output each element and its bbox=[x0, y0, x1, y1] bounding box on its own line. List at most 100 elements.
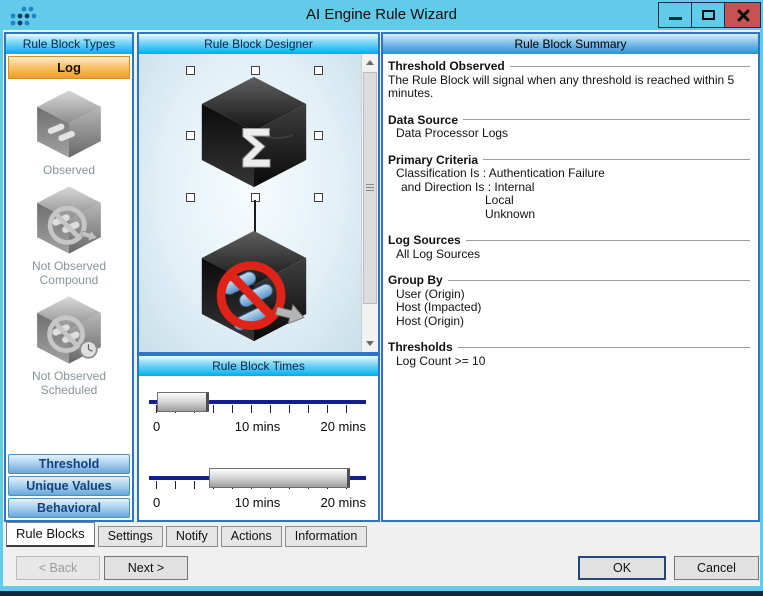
scrollbar-grip-icon bbox=[366, 184, 374, 192]
section-rule-line bbox=[463, 119, 750, 121]
svg-text:Σ: Σ bbox=[238, 120, 274, 180]
tab-actions[interactable]: Actions bbox=[221, 526, 282, 547]
slider-label-mid: 10 mins bbox=[235, 495, 281, 510]
app-logo-icon bbox=[9, 5, 39, 28]
cube-observed-icon bbox=[28, 88, 110, 160]
rule-block-summary-panel: Rule Block Summary Threshold Observed Th… bbox=[381, 32, 760, 522]
summary-section-threshold-observed: Threshold Observed The Rule Block will s… bbox=[388, 60, 750, 101]
wizard-content: Rule Block Types Log Observed bbox=[3, 30, 760, 586]
section-rule-line bbox=[466, 240, 750, 242]
rule-block-type-list: Observed bbox=[6, 81, 132, 452]
rule-block-types-panel: Rule Block Types Log Observed bbox=[4, 32, 134, 522]
tab-notify[interactable]: Notify bbox=[166, 526, 218, 547]
cube-not-observed-compound-icon bbox=[28, 184, 110, 256]
selection-handle[interactable] bbox=[314, 66, 323, 75]
section-line: User (Origin) bbox=[388, 288, 750, 302]
summary-section-primary-criteria: Primary Criteria Classification Is : Aut… bbox=[388, 154, 750, 222]
selection-handle[interactable] bbox=[186, 193, 195, 202]
section-line: Host (Origin) bbox=[388, 315, 750, 329]
threshold-category-button[interactable]: Threshold bbox=[8, 454, 130, 474]
selection-handle[interactable] bbox=[314, 193, 323, 202]
ai-engine-rule-wizard-window: AI Engine Rule Wizard Rule Block Types L… bbox=[0, 0, 763, 596]
type-item-not-observed-scheduled[interactable]: Not Observed Scheduled bbox=[28, 294, 110, 397]
summary-section-log-sources: Log Sources All Log Sources bbox=[388, 234, 750, 261]
selection-handle[interactable] bbox=[186, 131, 195, 140]
designer-scrollbar[interactable] bbox=[361, 54, 378, 352]
summary-section-thresholds: Thresholds Log Count >= 10 bbox=[388, 341, 750, 368]
section-title: Data Source bbox=[388, 114, 458, 128]
rule-block-types-header: Rule Block Types bbox=[6, 34, 132, 54]
behavioral-category-button[interactable]: Behavioral bbox=[8, 498, 130, 518]
designer-canvas[interactable]: Σ bbox=[139, 54, 361, 352]
slider-label-mid: 10 mins bbox=[235, 419, 281, 434]
minimize-button[interactable] bbox=[658, 2, 692, 28]
summary-section-group-by: Group By User (Origin) Host (Impacted) H… bbox=[388, 274, 750, 328]
window-bottom-edge bbox=[0, 591, 763, 596]
section-rule-line bbox=[483, 159, 750, 161]
rule-block-designer-panel: Rule Block Designer Σ bbox=[137, 32, 380, 354]
type-item-observed[interactable]: Observed bbox=[28, 88, 110, 177]
sigma-log-block-icon[interactable]: Σ bbox=[196, 72, 312, 192]
tab-information[interactable]: Information bbox=[285, 526, 368, 547]
section-line: Classification Is : Authentication Failu… bbox=[388, 167, 750, 181]
not-observed-block-icon[interactable] bbox=[196, 226, 312, 346]
wizard-tab-strip: Rule Blocks Settings Notify Actions Info… bbox=[6, 522, 370, 547]
scroll-up-icon[interactable] bbox=[362, 54, 378, 71]
slider-label-end: 20 mins bbox=[320, 495, 366, 510]
section-line: Host (Impacted) bbox=[388, 301, 750, 315]
tab-settings[interactable]: Settings bbox=[98, 526, 163, 547]
section-line: All Log Sources bbox=[388, 248, 750, 262]
section-line: Data Processor Logs bbox=[388, 127, 750, 141]
section-line: Local bbox=[388, 194, 750, 208]
section-title: Threshold Observed bbox=[388, 60, 505, 74]
selection-handle[interactable] bbox=[186, 66, 195, 75]
section-title: Primary Criteria bbox=[388, 154, 478, 168]
next-button[interactable]: Next > bbox=[104, 556, 188, 580]
type-label-line: Observed bbox=[43, 163, 95, 177]
scrollbar-thumb[interactable] bbox=[363, 72, 377, 304]
type-label-line: Compound bbox=[32, 273, 106, 287]
tab-rule-blocks[interactable]: Rule Blocks bbox=[6, 522, 95, 547]
selection-handle[interactable] bbox=[314, 131, 323, 140]
type-label-line: Not Observed bbox=[32, 259, 106, 273]
section-line: Unknown bbox=[388, 208, 750, 222]
rule-block-designer-header: Rule Block Designer bbox=[139, 34, 378, 54]
close-icon bbox=[736, 9, 749, 22]
log-type-button[interactable]: Log bbox=[8, 56, 130, 79]
type-category-buttons: Threshold Unique Values Behavioral bbox=[6, 452, 132, 520]
minimize-icon bbox=[669, 17, 682, 20]
maximize-button[interactable] bbox=[691, 2, 725, 28]
slider-thumb[interactable] bbox=[157, 392, 209, 412]
time-slider-1: 0 10 mins 20 mins bbox=[149, 390, 366, 438]
slider-label-end: 20 mins bbox=[320, 419, 366, 434]
section-rule-line bbox=[510, 66, 750, 68]
cancel-button[interactable]: Cancel bbox=[674, 556, 759, 580]
section-title: Thresholds bbox=[388, 341, 453, 355]
section-line: The Rule Block will signal when any thre… bbox=[388, 74, 750, 101]
section-rule-line bbox=[458, 347, 750, 349]
rule-block-times-header: Rule Block Times bbox=[139, 356, 378, 376]
section-title: Group By bbox=[388, 274, 443, 288]
type-label-line: Not Observed bbox=[32, 369, 106, 383]
ok-button[interactable]: OK bbox=[578, 556, 666, 580]
titlebar[interactable]: AI Engine Rule Wizard bbox=[0, 0, 763, 30]
maximize-icon bbox=[702, 10, 715, 20]
time-slider-2: 0 10 mins 20 mins bbox=[149, 466, 366, 514]
slider-thumb[interactable] bbox=[209, 468, 350, 488]
rule-block-times-panel: Rule Block Times 0 10 mins 20 mins 0 10 … bbox=[137, 354, 380, 522]
back-button[interactable]: < Back bbox=[16, 556, 100, 580]
close-button[interactable] bbox=[724, 2, 761, 28]
section-line: and Direction Is : Internal bbox=[388, 181, 750, 195]
type-label-line: Scheduled bbox=[32, 383, 106, 397]
scroll-down-icon[interactable] bbox=[362, 335, 378, 352]
section-line: Log Count >= 10 bbox=[388, 355, 750, 369]
summary-section-data-source: Data Source Data Processor Logs bbox=[388, 114, 750, 141]
window-title: AI Engine Rule Wizard bbox=[0, 0, 763, 30]
slider-label-start: 0 bbox=[153, 419, 160, 434]
unique-values-category-button[interactable]: Unique Values bbox=[8, 476, 130, 496]
section-rule-line bbox=[448, 280, 750, 282]
cube-not-observed-scheduled-icon bbox=[28, 294, 110, 366]
section-title: Log Sources bbox=[388, 234, 461, 248]
type-item-not-observed-compound[interactable]: Not Observed Compound bbox=[28, 184, 110, 287]
slider-label-start: 0 bbox=[153, 495, 160, 510]
